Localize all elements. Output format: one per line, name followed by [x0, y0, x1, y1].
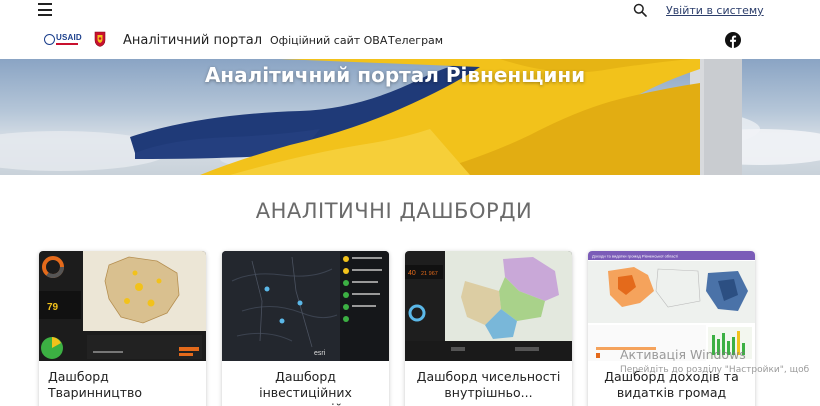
dashboard-card-title: Дашборд доходів та видатків громад — [604, 369, 739, 400]
dashboard-card-investment[interactable]: esri Дашборд інвестиційних пропозицій — [222, 251, 389, 406]
dashboard-thumbnail: Доходи та видатки громад Рівненської обл… — [588, 251, 755, 361]
dashboard-card-title: Дашборд Тваринництво — [48, 369, 142, 400]
coat-of-arms-icon[interactable] — [94, 31, 106, 47]
login-link[interactable]: Увійти в систему — [666, 4, 764, 17]
dashboard-thumbnail: 40 21 967 — [405, 251, 572, 361]
dashboard-thumbnail: esri — [222, 251, 389, 361]
dashboard-card-livestock[interactable]: 79 Дашборд Тваринництво — [39, 251, 206, 406]
idp-kpi-b: 21 967 — [421, 271, 438, 277]
dashboard-card-budget[interactable]: Доходи та видатки громад Рівненської обл… — [588, 251, 755, 406]
hero-title: Аналітичний портал Рівненщини — [204, 63, 586, 87]
esri-logo: esri — [314, 350, 326, 357]
nav-link-telegram[interactable]: Телеграм — [388, 34, 443, 47]
dashboard-card-idp[interactable]: 40 21 967 Дашборд чисельності внутрішньо… — [405, 251, 572, 406]
idp-kpi-a: 40 — [408, 270, 416, 277]
budget-thumb-header: Доходи та видатки громад Рівненської обл… — [592, 254, 678, 259]
hero-banner: Аналітичний портал Рівненщини — [0, 59, 820, 175]
usaid-logo-text: USAID — [56, 33, 82, 42]
nav-bar: USAID Аналітичний портал Офіційний сайт … — [0, 26, 820, 56]
livestock-kpi-value: 79 — [47, 302, 59, 313]
nav-link-official-site[interactable]: Офіційний сайт ОВА — [270, 34, 387, 47]
menu-icon[interactable] — [38, 3, 52, 16]
facebook-icon[interactable] — [725, 32, 741, 48]
portal-title[interactable]: Аналітичний портал — [123, 33, 262, 48]
dashboard-card-title: Дашборд інвестиційних пропозицій — [259, 369, 352, 406]
search-icon[interactable] — [633, 3, 647, 17]
usaid-logo[interactable]: USAID — [44, 33, 82, 47]
dashboard-card-title: Дашборд чисельності внутрішньо... — [416, 369, 561, 400]
section-heading: АНАЛІТИЧНІ ДАШБОРДИ — [255, 199, 533, 223]
dashboard-thumbnail: 79 — [39, 251, 206, 361]
top-bar: Увійти в систему — [0, 0, 820, 22]
